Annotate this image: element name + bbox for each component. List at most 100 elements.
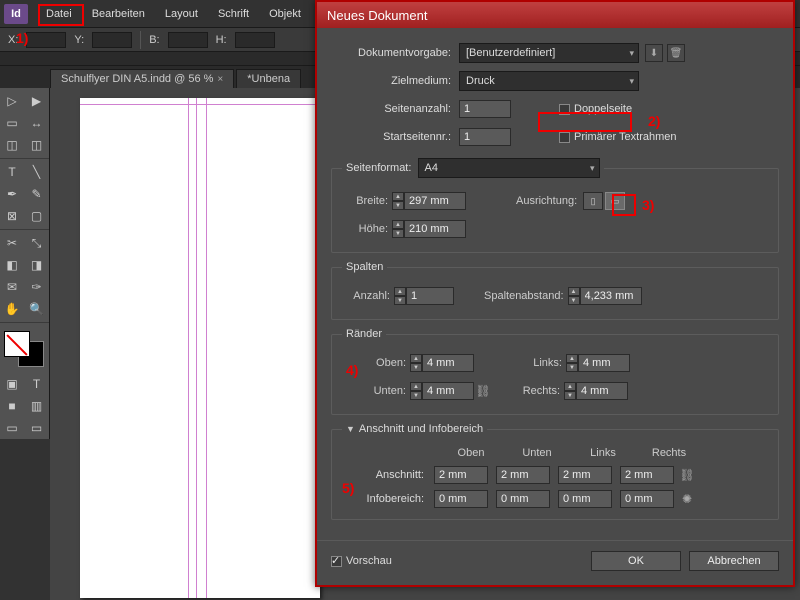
type-tool[interactable]: T [0,161,24,183]
col-top: Oben [438,447,504,459]
content-placer-tool[interactable]: ◫ [25,134,49,156]
h-label: H: [216,34,227,46]
formatting-text-icon[interactable]: T [25,373,49,395]
m-left-spinner[interactable]: ▲▼ [566,354,578,372]
pen-tool[interactable]: ✒ [0,183,24,205]
y-input[interactable] [92,32,132,48]
width-spinner[interactable]: ▲▼ [392,192,404,210]
cancel-button[interactable]: Abbrechen [689,551,779,571]
note-tool[interactable]: ✉ [0,276,24,298]
annotation-label-2: 2) [648,113,660,129]
slug-top-input[interactable] [434,490,488,508]
doc-tab-1[interactable]: Schulflyer DIN A5.indd @ 56 % × [50,69,234,88]
apply-color-icon[interactable]: ■ [0,395,24,417]
bleed-link-icon[interactable]: ⛓ [678,464,696,486]
disclosure-icon[interactable]: ▼ [346,424,355,434]
slug-link-icon[interactable]: ✺ [678,488,696,510]
m-left-label: Links: [518,357,566,369]
normal-view-icon[interactable]: ▭ [0,417,24,439]
slug-right-input[interactable] [620,490,674,508]
pagesize-legend: Seitenformat: [346,162,411,174]
h-input[interactable] [235,32,275,48]
cols-label: Anzahl: [342,290,394,302]
menu-objekt[interactable]: Objekt [259,4,311,24]
bleed-bottom-input[interactable] [496,466,550,484]
m-top-spinner[interactable]: ▲▼ [410,354,422,372]
cols-input[interactable] [406,287,454,305]
facing-pages-checkbox[interactable] [559,104,570,115]
menu-layout[interactable]: Layout [155,4,208,24]
fill-stroke-swatch[interactable] [2,329,46,369]
preset-select[interactable]: [Benutzerdefiniert] [459,43,639,63]
height-input[interactable] [404,220,466,238]
gap-tool[interactable]: ↔ [25,112,49,134]
gradient-swatch-tool[interactable]: ◧ [0,254,24,276]
formatting-container-icon[interactable]: ▣ [0,373,24,395]
slug-left-input[interactable] [558,490,612,508]
m-left-input[interactable] [578,354,630,372]
scissors-tool[interactable]: ✂ [0,232,24,254]
gradient-feather-tool[interactable]: ◨ [25,254,49,276]
guide-horizontal [80,104,320,105]
direct-selection-tool[interactable]: ▶ [25,90,49,112]
orientation-portrait-button[interactable]: ▯ [583,192,603,210]
w-input[interactable] [168,32,208,48]
menu-schrift[interactable]: Schrift [208,4,259,24]
fill-swatch[interactable] [4,331,30,357]
cols-spinner[interactable]: ▲▼ [394,287,406,305]
pagesize-group: Seitenformat: A4 Breite: ▲▼ Ausrichtung:… [331,158,779,253]
m-top-input[interactable] [422,354,474,372]
close-icon[interactable]: × [217,74,223,85]
zoom-tool[interactable]: 🔍 [25,298,49,320]
pencil-tool[interactable]: ✎ [25,183,49,205]
doc-tab-2-label: *Unbena [247,73,290,85]
apply-none-icon[interactable]: ▥ [25,395,49,417]
m-bottom-spinner[interactable]: ▲▼ [410,382,422,400]
ok-button[interactable]: OK [591,551,681,571]
annotation-label-4: 4) [346,362,358,378]
gutter-spinner[interactable]: ▲▼ [568,287,580,305]
page-tool[interactable]: ▭ [0,112,24,134]
slug-bottom-input[interactable] [496,490,550,508]
bleed-left-input[interactable] [558,466,612,484]
m-right-input[interactable] [576,382,628,400]
rectangle-frame-tool[interactable]: ⊠ [0,205,24,227]
rectangle-tool[interactable]: ▢ [25,205,49,227]
free-transform-tool[interactable]: ⤡ [25,232,49,254]
slug-label: Infobereich: [342,493,430,505]
bleed-top-input[interactable] [434,466,488,484]
bleed-group: ▼Anschnitt und Infobereich Oben Unten Li… [331,423,779,520]
pages-input[interactable] [459,100,511,118]
save-preset-icon[interactable]: ⬇ [645,44,663,62]
pagesize-select[interactable]: A4 [418,158,600,178]
preview-label: Vorschau [346,555,392,567]
x-input[interactable] [26,32,66,48]
pages-label: Seitenanzahl: [331,103,459,115]
intent-select[interactable]: Druck [459,71,639,91]
facing-pages-label: Doppelseite [574,103,632,115]
m-bottom-input[interactable] [422,382,474,400]
margins-link-icon[interactable]: ⛓ [474,380,492,402]
selection-tool[interactable]: ▷ [0,90,24,112]
preview-view-icon[interactable]: ▭ [25,417,49,439]
eyedropper-tool[interactable]: ✑ [25,276,49,298]
bleed-right-input[interactable] [620,466,674,484]
doc-tab-2[interactable]: *Unbena [236,69,301,88]
menu-bearbeiten[interactable]: Bearbeiten [82,4,155,24]
delete-preset-icon[interactable]: 🗑 [667,44,685,62]
width-input[interactable] [404,192,466,210]
startpage-input[interactable] [459,128,511,146]
preview-checkbox[interactable] [331,556,342,567]
line-tool[interactable]: ╲ [25,161,49,183]
menu-datei[interactable]: Datei [36,4,82,24]
doc-tab-1-label: Schulflyer DIN A5.indd @ 56 % [61,73,213,85]
orientation-landscape-button[interactable]: ▭ [605,192,625,210]
m-right-spinner[interactable]: ▲▼ [564,382,576,400]
col-right: Rechts [636,447,702,459]
height-spinner[interactable]: ▲▼ [392,220,404,238]
content-collector-tool[interactable]: ◫ [0,134,24,156]
primary-frame-checkbox[interactable] [559,132,570,143]
gutter-input[interactable] [580,287,642,305]
dialog-body: Dokumentvorgabe: [Benutzerdefiniert] ⬇ 🗑… [317,28,793,534]
hand-tool[interactable]: ✋ [0,298,24,320]
